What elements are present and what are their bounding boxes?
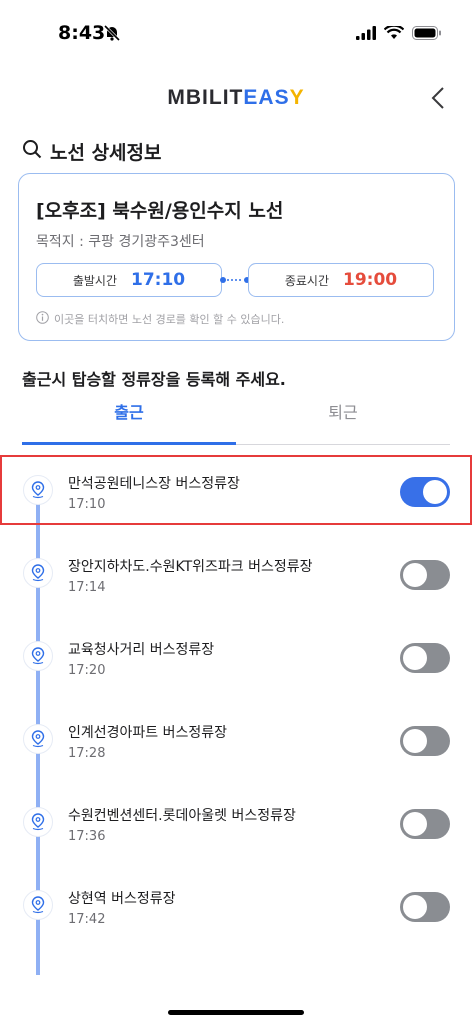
stop-name: 상현역 버스정류장 <box>68 891 176 907</box>
stop-toggle[interactable] <box>400 726 450 756</box>
stop-name: 장안지하차도.수원KT위즈파크 버스정류장 <box>68 559 313 575</box>
search-icon <box>22 139 42 164</box>
status-bar: 8:43 <box>0 0 472 62</box>
register-prompt: 출근시 탑승할 정류장을 등록해 주세요. <box>22 370 286 389</box>
end-time-label: 종료시간 <box>284 273 330 288</box>
stop-row: 교육청사거리 버스정류장 17:20 <box>0 621 472 691</box>
bus-stop-pin-icon <box>23 807 53 837</box>
stop-time: 17:36 <box>68 829 106 844</box>
toggle-knob <box>403 646 427 670</box>
stop-toggle[interactable] <box>400 643 450 673</box>
stop-toggle[interactable] <box>400 892 450 922</box>
app-logo: MBILITEASY <box>167 86 305 109</box>
stop-row: 수원컨벤션센터.롯데아울렛 버스정류장 17:36 <box>0 787 472 857</box>
info-icon <box>36 311 49 327</box>
start-time-value: 17:10 <box>131 270 186 290</box>
toggle-knob <box>423 480 447 504</box>
status-time: 8:43 <box>58 22 106 44</box>
time-connector <box>220 277 250 283</box>
route-destination: 목적지 : 쿠팡 경기광주3센터 <box>36 234 205 250</box>
stop-list[interactable]: 만석공원테니스장 버스정류장 17:10 장안지하차도.수원KT위즈파크 버스정류장… <box>0 455 472 975</box>
route-card[interactable]: [오후조] 북수원/용인수지 노선 목적지 : 쿠팡 경기광주3센터 출발시간 … <box>18 173 455 341</box>
stop-row: 인계선경아파트 버스정류장 17:28 <box>0 704 472 774</box>
tab-bar: 출근 퇴근 <box>22 395 450 445</box>
tab-commute-in[interactable]: 출근 <box>22 395 236 445</box>
chevron-left-icon <box>431 87 444 109</box>
section-title: 노선 상세정보 <box>22 138 162 165</box>
card-note: 이곳을 터치하면 노선 경로를 확인 할 수 있습니다. <box>36 311 284 327</box>
bell-off-icon <box>103 24 121 46</box>
stop-row: 상현역 버스정류장 17:42 <box>0 870 472 940</box>
stop-name: 인계선경아파트 버스정류장 <box>68 725 228 741</box>
bus-stop-pin-icon <box>23 890 53 920</box>
battery-icon <box>412 25 442 44</box>
faded-next-stop: ···· ·········· ········· <box>68 970 179 975</box>
app-header: MBILITEASY <box>0 78 472 118</box>
stop-row: 장안지하차도.수원KT위즈파크 버스정류장 17:14 <box>0 538 472 608</box>
toggle-knob <box>403 895 427 919</box>
stop-name: 만석공원테니스장 버스정류장 <box>68 476 240 492</box>
bus-stop-pin-icon <box>23 558 53 588</box>
toggle-knob <box>403 729 427 753</box>
stop-toggle[interactable] <box>400 477 450 507</box>
section-title-text: 노선 상세정보 <box>50 142 162 164</box>
card-note-text: 이곳을 터치하면 노선 경로를 확인 할 수 있습니다. <box>54 313 285 326</box>
bus-stop-pin-icon <box>23 641 53 671</box>
stop-time: 17:10 <box>68 497 106 512</box>
tab-commute-out[interactable]: 퇴근 <box>236 395 450 445</box>
home-indicator <box>168 1010 304 1015</box>
wifi-icon <box>383 24 405 44</box>
stop-time: 17:42 <box>68 912 106 927</box>
status-icons <box>356 24 442 44</box>
stop-time: 17:28 <box>68 746 106 761</box>
stop-toggle[interactable] <box>400 809 450 839</box>
bus-stop-pin-icon <box>23 475 53 505</box>
stop-name: 수원컨벤션센터.롯데아울렛 버스정류장 <box>68 808 296 824</box>
start-time-label: 출발시간 <box>72 273 118 288</box>
stop-row: 만석공원테니스장 버스정류장 17:10 <box>0 455 472 525</box>
route-name: [오후조] 북수원/용인수지 노선 <box>36 200 284 222</box>
stop-name: 교육청사거리 버스정류장 <box>68 642 215 658</box>
back-button[interactable] <box>426 84 450 112</box>
stop-time: 17:20 <box>68 663 106 678</box>
stop-toggle[interactable] <box>400 560 450 590</box>
signal-icon <box>356 25 376 44</box>
start-time-box: 출발시간 17:10 <box>36 263 222 297</box>
bus-stop-pin-icon <box>23 724 53 754</box>
stop-time: 17:14 <box>68 580 106 595</box>
end-time-value: 19:00 <box>343 270 398 290</box>
toggle-knob <box>403 812 427 836</box>
toggle-knob <box>403 563 427 587</box>
end-time-box: 종료시간 19:00 <box>248 263 434 297</box>
